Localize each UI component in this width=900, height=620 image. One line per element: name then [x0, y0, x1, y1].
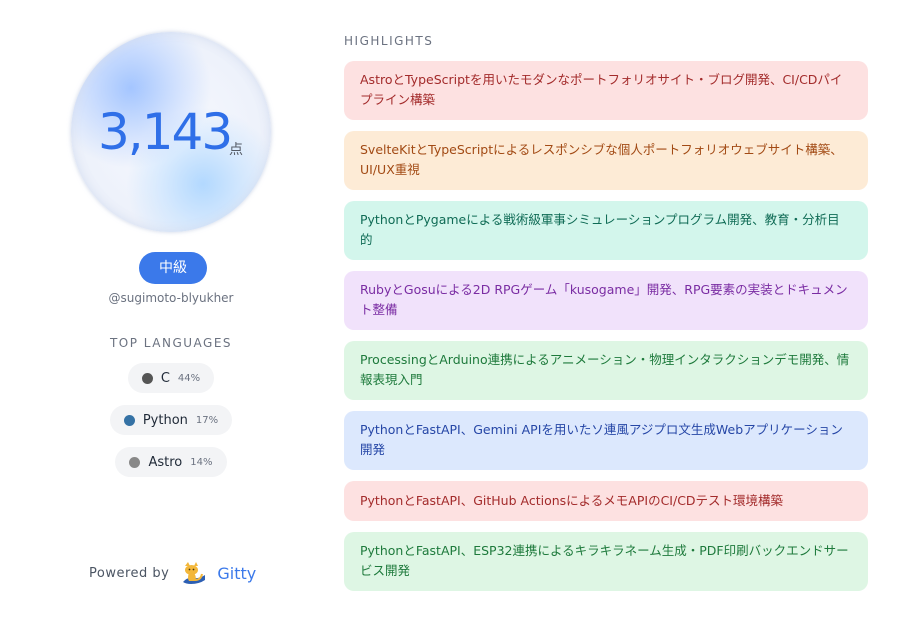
language-pill-c: C 44%: [127, 363, 215, 393]
highlight-card: ProcessingとArduino連携によるアニメーション・物理インタラクショ…: [344, 341, 868, 400]
highlight-card: PythonとFastAPI、Gemini APIを用いたソ連風アジプロ文生成W…: [344, 411, 868, 470]
highlight-card: RubyとGosuによる2D RPGゲーム「kusogame」開発、RPG要素の…: [344, 271, 868, 330]
level-badge: 中級: [139, 252, 207, 284]
language-row: Astro 14%: [40, 447, 302, 477]
profile-card: 3,143 点 中級 @sugimoto-blyukher TOP LANGUA…: [0, 0, 900, 620]
language-percent: 44%: [177, 372, 201, 384]
language-color-dot: [141, 372, 153, 384]
language-name: Astro: [148, 454, 183, 470]
language-percent: 17%: [195, 414, 219, 426]
language-percent: 14%: [190, 456, 213, 468]
highlight-card: AstroとTypeScriptを用いたモダンなポートフォリオサイト・ブログ開発…: [344, 61, 868, 120]
score-orb: 3,143 点: [71, 32, 271, 232]
language-name: C: [160, 370, 170, 386]
powered-by[interactable]: Powered by Gitty: [89, 560, 256, 586]
language-pill-astro: Astro 14%: [115, 447, 227, 477]
highlights-column: HIGHLIGHTS AstroとTypeScriptを用いたモダンなポートフォ…: [344, 0, 868, 620]
powered-by-label: Powered by: [89, 565, 170, 581]
highlights-title: HIGHLIGHTS: [344, 34, 434, 48]
highlight-card: PythonとFastAPI、GitHub ActionsによるメモAPIのCI…: [344, 481, 868, 521]
highlight-card: SvelteKitとTypeScriptによるレスポンシブな個人ポートフォリオウ…: [344, 131, 868, 190]
language-color-dot: [123, 414, 135, 426]
cat-logo-icon: [183, 562, 206, 584]
score-unit: 点: [229, 142, 243, 158]
highlight-card: PythonとFastAPI、ESP32連携によるキラキラネーム生成・PDF印刷…: [344, 532, 868, 591]
language-name: Python: [142, 412, 188, 428]
language-row: C 44%: [40, 363, 302, 393]
language-color-dot: [129, 456, 141, 468]
score-value: 3,143: [98, 103, 233, 161]
language-pill-python: Python 17%: [109, 405, 233, 435]
username[interactable]: @sugimoto-blyukher: [40, 291, 302, 305]
profile-column: 3,143 点 中級 @sugimoto-blyukher TOP LANGUA…: [40, 0, 302, 620]
language-row: Python 17%: [40, 405, 302, 435]
top-languages-title: TOP LANGUAGES: [109, 336, 233, 350]
brand-name: Gitty: [217, 563, 257, 583]
highlights-list: AstroとTypeScriptを用いたモダンなポートフォリオサイト・ブログ開発…: [344, 61, 868, 602]
highlight-card: PythonとPygameによる戦術級軍事シミュレーションプログラム開発、教育・…: [344, 201, 868, 260]
